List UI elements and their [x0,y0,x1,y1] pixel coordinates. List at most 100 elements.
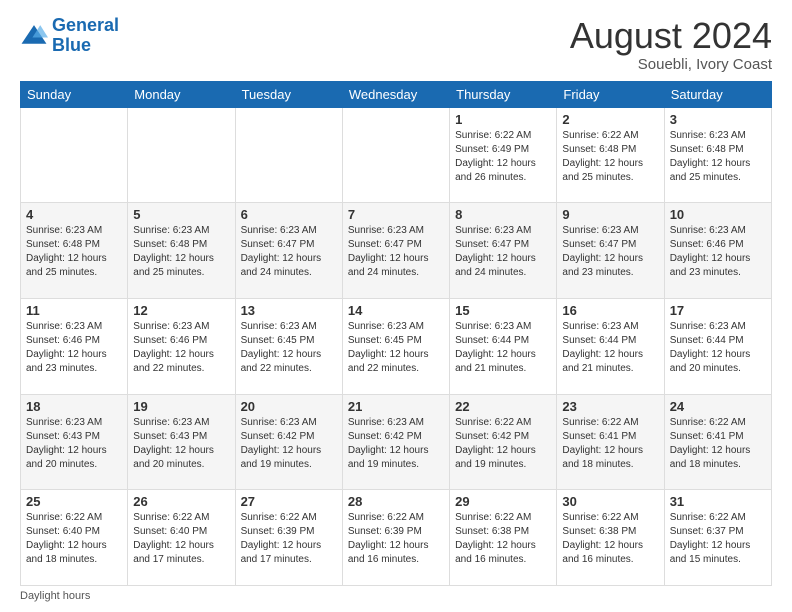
day-info: Sunrise: 6:23 AM Sunset: 6:43 PM Dayligh… [26,416,122,472]
calendar-cell: 1 Sunrise: 6:22 AM Sunset: 6:49 PM Daylig… [450,107,557,203]
day-info: Sunrise: 6:22 AM Sunset: 6:37 PM Dayligh… [670,511,766,567]
day-info: Sunrise: 6:22 AM Sunset: 6:40 PM Dayligh… [26,511,122,567]
calendar-week-0: 1 Sunrise: 6:22 AM Sunset: 6:49 PM Daylig… [21,107,772,203]
logo-text: General Blue [52,16,119,56]
calendar-cell: 19 Sunrise: 6:23 AM Sunset: 6:43 PM Dayli… [128,394,235,490]
day-number: 30 [562,494,658,509]
day-number: 26 [133,494,229,509]
calendar-week-1: 4 Sunrise: 6:23 AM Sunset: 6:48 PM Daylig… [21,203,772,299]
day-number: 12 [133,303,229,318]
day-info: Sunrise: 6:23 AM Sunset: 6:44 PM Dayligh… [562,320,658,376]
location: Souebli, Ivory Coast [570,56,772,73]
day-number: 27 [241,494,337,509]
calendar-cell: 9Sunrise: 6:23 AM Sunset: 6:47 PM Daylig… [557,203,664,299]
header: General Blue August 2024 Souebli, Ivory … [20,16,772,73]
calendar-cell: 30 Sunrise: 6:22 AM Sunset: 6:38 PM Dayli… [557,490,664,586]
calendar-cell: 18Sunrise: 6:23 AM Sunset: 6:43 PM Dayli… [21,394,128,490]
day-number: 8 [455,207,551,222]
logo-general: General [52,15,119,35]
calendar-cell: 6Sunrise: 6:23 AM Sunset: 6:47 PM Daylig… [235,203,342,299]
calendar-cell [21,107,128,203]
day-number: 4 [26,207,122,222]
day-number: 2 [562,112,658,127]
day-number: 28 [348,494,444,509]
day-info: Sunrise: 6:22 AM Sunset: 6:41 PM Dayligh… [670,416,766,472]
logo-icon [20,22,48,50]
calendar-cell: 31 Sunrise: 6:22 AM Sunset: 6:37 PM Dayli… [664,490,771,586]
day-number: 19 [133,399,229,414]
day-number: 17 [670,303,766,318]
title-block: August 2024 Souebli, Ivory Coast [570,16,772,73]
day-info: Sunrise: 6:23 AM Sunset: 6:47 PM Dayligh… [455,224,551,280]
calendar-cell: 13Sunrise: 6:23 AM Sunset: 6:45 PM Dayli… [235,298,342,394]
day-info: Sunrise: 6:22 AM Sunset: 6:39 PM Dayligh… [241,511,337,567]
day-info: Sunrise: 6:22 AM Sunset: 6:38 PM Dayligh… [562,511,658,567]
calendar-week-4: 25 Sunrise: 6:22 AM Sunset: 6:40 PM Dayli… [21,490,772,586]
calendar-week-3: 18Sunrise: 6:23 AM Sunset: 6:43 PM Dayli… [21,394,772,490]
day-info: Sunrise: 6:23 AM Sunset: 6:45 PM Dayligh… [348,320,444,376]
day-info: Sunrise: 6:23 AM Sunset: 6:47 PM Dayligh… [348,224,444,280]
day-info: Sunrise: 6:23 AM Sunset: 6:44 PM Dayligh… [670,320,766,376]
day-info: Sunrise: 6:22 AM Sunset: 6:41 PM Dayligh… [562,416,658,472]
day-number: 29 [455,494,551,509]
calendar-cell: 28Sunrise: 6:22 AM Sunset: 6:39 PM Dayli… [342,490,449,586]
calendar-cell: 21 Sunrise: 6:23 AM Sunset: 6:42 PM Dayli… [342,394,449,490]
calendar-cell: 16 Sunrise: 6:23 AM Sunset: 6:44 PM Dayli… [557,298,664,394]
month-year: August 2024 [570,16,772,56]
calendar-cell [235,107,342,203]
calendar-cell: 10Sunrise: 6:23 AM Sunset: 6:46 PM Dayli… [664,203,771,299]
day-info: Sunrise: 6:22 AM Sunset: 6:49 PM Dayligh… [455,129,551,185]
day-info: Sunrise: 6:23 AM Sunset: 6:43 PM Dayligh… [133,416,229,472]
day-info: Sunrise: 6:23 AM Sunset: 6:46 PM Dayligh… [26,320,122,376]
day-number: 3 [670,112,766,127]
calendar-cell: 26 Sunrise: 6:22 AM Sunset: 6:40 PM Dayli… [128,490,235,586]
calendar-cell: 8 Sunrise: 6:23 AM Sunset: 6:47 PM Daylig… [450,203,557,299]
logo-blue: Blue [52,36,119,56]
day-info: Sunrise: 6:23 AM Sunset: 6:48 PM Dayligh… [670,129,766,185]
day-number: 31 [670,494,766,509]
calendar-cell: 5 Sunrise: 6:23 AM Sunset: 6:48 PM Daylig… [128,203,235,299]
calendar-cell: 4 Sunrise: 6:23 AM Sunset: 6:48 PM Daylig… [21,203,128,299]
calendar-cell [342,107,449,203]
calendar-cell: 25 Sunrise: 6:22 AM Sunset: 6:40 PM Dayli… [21,490,128,586]
day-info: Sunrise: 6:22 AM Sunset: 6:40 PM Dayligh… [133,511,229,567]
day-number: 11 [26,303,122,318]
daylight-label: Daylight hours [20,590,90,602]
day-number: 22 [455,399,551,414]
page: General Blue August 2024 Souebli, Ivory … [0,0,792,612]
day-info: Sunrise: 6:22 AM Sunset: 6:48 PM Dayligh… [562,129,658,185]
day-number: 5 [133,207,229,222]
day-number: 24 [670,399,766,414]
col-header-monday: Monday [128,81,235,107]
day-info: Sunrise: 6:23 AM Sunset: 6:48 PM Dayligh… [26,224,122,280]
day-info: Sunrise: 6:23 AM Sunset: 6:46 PM Dayligh… [133,320,229,376]
calendar-cell: 14 Sunrise: 6:23 AM Sunset: 6:45 PM Dayli… [342,298,449,394]
day-number: 7 [348,207,444,222]
calendar-header-row: SundayMondayTuesdayWednesdayThursdayFrid… [21,81,772,107]
day-number: 25 [26,494,122,509]
day-info: Sunrise: 6:23 AM Sunset: 6:48 PM Dayligh… [133,224,229,280]
col-header-saturday: Saturday [664,81,771,107]
day-number: 1 [455,112,551,127]
col-header-thursday: Thursday [450,81,557,107]
calendar-cell: 24 Sunrise: 6:22 AM Sunset: 6:41 PM Dayli… [664,394,771,490]
day-number: 14 [348,303,444,318]
calendar-cell [128,107,235,203]
calendar-cell: 7 Sunrise: 6:23 AM Sunset: 6:47 PM Daylig… [342,203,449,299]
col-header-sunday: Sunday [21,81,128,107]
day-number: 15 [455,303,551,318]
calendar-cell: 23Sunrise: 6:22 AM Sunset: 6:41 PM Dayli… [557,394,664,490]
col-header-wednesday: Wednesday [342,81,449,107]
calendar-cell: 20Sunrise: 6:23 AM Sunset: 6:42 PM Dayli… [235,394,342,490]
day-number: 10 [670,207,766,222]
day-number: 21 [348,399,444,414]
calendar-cell: 29Sunrise: 6:22 AM Sunset: 6:38 PM Dayli… [450,490,557,586]
day-number: 16 [562,303,658,318]
day-info: Sunrise: 6:23 AM Sunset: 6:42 PM Dayligh… [348,416,444,472]
day-info: Sunrise: 6:23 AM Sunset: 6:42 PM Dayligh… [241,416,337,472]
calendar-cell: 15Sunrise: 6:23 AM Sunset: 6:44 PM Dayli… [450,298,557,394]
calendar-cell: 22Sunrise: 6:22 AM Sunset: 6:42 PM Dayli… [450,394,557,490]
calendar-cell: 3 Sunrise: 6:23 AM Sunset: 6:48 PM Daylig… [664,107,771,203]
day-number: 13 [241,303,337,318]
calendar-cell: 2 Sunrise: 6:22 AM Sunset: 6:48 PM Daylig… [557,107,664,203]
